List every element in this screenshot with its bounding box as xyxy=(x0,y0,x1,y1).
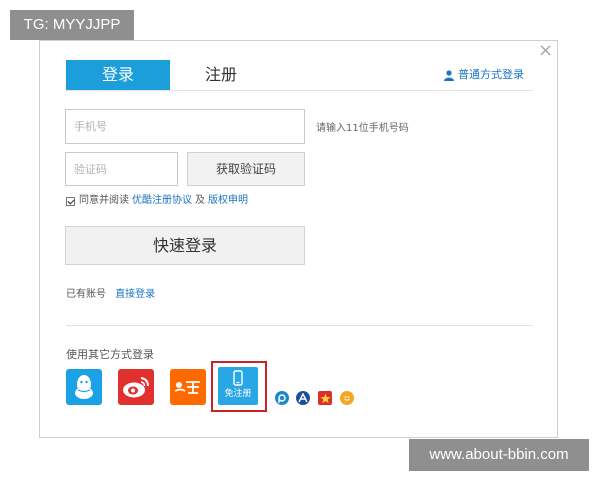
page: TG: MYYJJPP × 登录 注册 普通方式登录 请输入11位手机号码 获取… xyxy=(0,0,600,480)
tab-divider xyxy=(66,90,533,91)
quick-login-button[interactable]: 快速登录 xyxy=(65,226,305,265)
agreement-row: 同意并阅读 优酷注册协议 及 版权申明 xyxy=(66,194,248,208)
direct-login-link[interactable]: 直接登录 xyxy=(115,289,155,300)
agreement-checkbox[interactable] xyxy=(66,196,75,206)
normal-login-label: 普通方式登录 xyxy=(458,68,524,81)
close-icon[interactable]: × xyxy=(538,42,553,60)
watermark-bottom: www.about-bbin.com xyxy=(409,439,589,471)
weibo-eye-icon xyxy=(123,377,149,398)
agreement-conjunction: 及 xyxy=(195,195,205,206)
tab-register[interactable]: 注册 xyxy=(186,60,256,90)
taobao-login-button[interactable] xyxy=(170,369,206,405)
free-register-button[interactable]: 免注册 xyxy=(218,367,258,405)
have-account-row: 已有账号 直接登录 xyxy=(66,285,155,300)
smile-icon[interactable] xyxy=(340,391,354,405)
qq-penguin-icon xyxy=(75,375,93,399)
copyright-link[interactable]: 版权申明 xyxy=(208,194,248,208)
star-icon[interactable] xyxy=(318,391,332,405)
have-account-text: 已有账号 xyxy=(66,289,106,300)
verification-code-input[interactable] xyxy=(65,152,178,186)
user-icon xyxy=(444,69,454,81)
p-logo-icon[interactable] xyxy=(275,391,289,405)
other-ways-label: 使用其它方式登录 xyxy=(66,348,154,361)
taobao-icon xyxy=(174,381,200,394)
qq-login-button[interactable] xyxy=(66,369,102,405)
agreement-prefix: 同意并阅读 xyxy=(79,195,129,206)
normal-login-link[interactable]: 普通方式登录 xyxy=(444,66,524,84)
phone-icon xyxy=(233,370,243,386)
watermark-top: TG: MYYJJPP xyxy=(10,10,134,40)
phone-hint: 请输入11位手机号码 xyxy=(316,123,409,134)
free-register-label: 免注册 xyxy=(224,389,252,399)
tab-login[interactable]: 登录 xyxy=(66,60,170,90)
a-logo-icon[interactable] xyxy=(296,391,310,405)
phone-input[interactable] xyxy=(65,109,305,144)
weibo-login-button[interactable] xyxy=(118,369,154,405)
terms-link[interactable]: 优酷注册协议 xyxy=(132,194,192,208)
section-divider xyxy=(66,325,533,326)
get-code-button[interactable]: 获取验证码 xyxy=(187,152,305,186)
